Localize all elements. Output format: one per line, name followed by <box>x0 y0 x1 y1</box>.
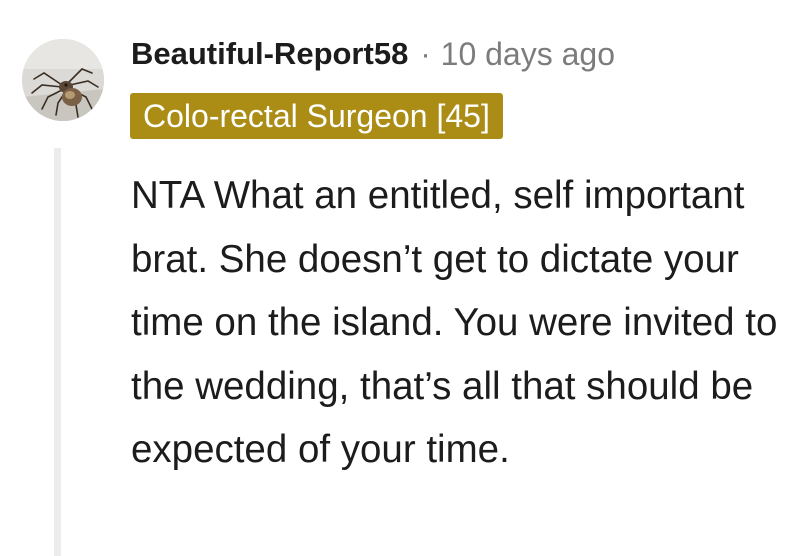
spider-icon <box>22 39 104 121</box>
comment-meta: Beautiful-Report58 · 10 days ago <box>131 34 615 74</box>
separator-dot: · <box>420 36 431 71</box>
user-flair: Colo-rectal Surgeon [45] <box>130 93 503 139</box>
thread-line[interactable] <box>54 148 61 556</box>
username[interactable]: Beautiful-Report58 <box>131 36 408 72</box>
comment-body: NTA What an entitled, self important bra… <box>131 174 778 471</box>
timestamp[interactable]: 10 days ago <box>441 36 615 73</box>
avatar[interactable] <box>22 39 104 121</box>
comment: Beautiful-Report58 · 10 days ago Colo-re… <box>0 0 797 556</box>
